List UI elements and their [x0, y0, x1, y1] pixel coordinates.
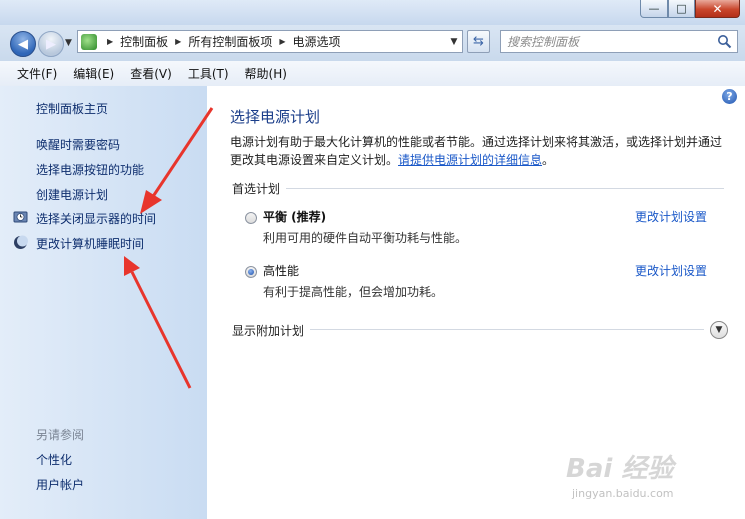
radio-high-performance[interactable] — [245, 266, 257, 278]
change-plan-settings-balanced[interactable]: 更改计划设置 — [635, 208, 707, 225]
sidebar-item-power-buttons[interactable]: 选择电源按钮的功能 — [36, 161, 144, 178]
expand-additional-button[interactable]: ▼ — [710, 321, 728, 339]
sidebar-control-panel-home[interactable]: 控制面板主页 — [36, 100, 108, 117]
baidu-watermark: Bai 经验 jingyan.baidu.com — [566, 440, 736, 510]
change-plan-settings-high-performance[interactable]: 更改计划设置 — [635, 262, 707, 279]
breadcrumb-all-items[interactable]: 所有控制面板项 — [188, 33, 272, 50]
control-panel-icon — [81, 33, 97, 50]
plan-name-balanced[interactable]: 平衡 (推荐) — [263, 208, 326, 225]
page-title: 选择电源计划 — [230, 108, 321, 126]
watermark-logo-text: Bai 经验 — [566, 454, 674, 484]
plan-name-high-performance[interactable]: 高性能 — [263, 262, 299, 279]
description-end: 。 — [542, 153, 555, 167]
sidebar-item-personalization[interactable]: 个性化 — [36, 451, 72, 468]
watermark-url: jingyan.baidu.com — [572, 487, 674, 500]
preferred-divider — [232, 188, 724, 189]
clock-monitor-icon — [13, 211, 28, 223]
address-bar[interactable]: ▶ 控制面板 ▶ 所有控制面板项 ▶ 电源选项 ▼ — [77, 30, 463, 53]
refresh-icon: ⇆ — [473, 34, 484, 49]
plan-desc-balanced: 利用可用的硬件自动平衡功耗与性能。 — [263, 231, 468, 245]
breadcrumb-power-options[interactable]: 电源选项 — [293, 33, 341, 50]
plan-desc-high-performance: 有利于提高性能，但会增加功耗。 — [263, 285, 444, 299]
close-button[interactable]: ✕ — [695, 0, 740, 18]
forward-button[interactable]: ▶ — [38, 31, 64, 57]
minimize-button[interactable]: — — [640, 0, 668, 18]
recent-pages-dropdown[interactable]: ▼ — [65, 38, 72, 48]
window-controls: — □ ✕ — [640, 0, 740, 18]
sidebar-item-sleep-time[interactable]: 更改计算机睡眠时间 — [36, 235, 144, 252]
sidebar-item-create-plan[interactable]: 创建电源计划 — [36, 186, 108, 203]
chevron-right-icon[interactable]: ▶ — [107, 37, 113, 46]
chevron-right-icon[interactable]: ▶ — [279, 37, 285, 46]
search-icon[interactable] — [717, 34, 732, 49]
navigation-bar: ◀ ▶ ▼ ▶ 控制面板 ▶ 所有控制面板项 ▶ 电源选项 ▼ ⇆ — [0, 25, 745, 61]
page-description: 电源计划有助于最大化计算机的性能或者节能。通过选择计划来将其激活，或选择计划并通… — [230, 133, 730, 169]
chevron-down-icon: ▼ — [715, 325, 723, 335]
sidebar-item-display-off-time[interactable]: 选择关闭显示器的时间 — [36, 210, 156, 227]
menu-edit[interactable]: 编辑(E) — [65, 65, 122, 82]
search-input[interactable] — [507, 33, 707, 50]
preferred-plans-heading: 首选计划 — [232, 180, 287, 197]
sidebar-item-user-accounts[interactable]: 用户帐户 — [36, 476, 84, 493]
menu-bar: 文件(F) 编辑(E) 查看(V) 工具(T) 帮助(H) — [0, 61, 745, 87]
help-icon[interactable]: ? — [722, 89, 737, 104]
search-box[interactable] — [500, 30, 738, 53]
menu-view[interactable]: 查看(V) — [122, 65, 180, 82]
title-bar: — □ ✕ — [0, 0, 745, 25]
show-additional-plans[interactable]: 显示附加计划 — [232, 322, 311, 339]
back-button[interactable]: ◀ — [10, 31, 36, 57]
maximize-button[interactable]: □ — [668, 0, 695, 18]
plan-details-link[interactable]: 请提供电源计划的详细信息 — [398, 153, 542, 167]
menu-tools[interactable]: 工具(T) — [180, 65, 237, 82]
sidebar-item-wake-password[interactable]: 唤醒时需要密码 — [36, 136, 120, 153]
chevron-right-icon[interactable]: ▶ — [175, 37, 181, 46]
address-dropdown-icon[interactable]: ▼ — [446, 31, 462, 52]
refresh-button[interactable]: ⇆ — [467, 30, 490, 53]
radio-balanced[interactable] — [245, 212, 257, 224]
menu-file[interactable]: 文件(F) — [0, 65, 65, 82]
menu-help[interactable]: 帮助(H) — [237, 65, 295, 82]
sidebar: 控制面板主页 唤醒时需要密码 选择电源按钮的功能 创建电源计划 选择关闭显示器的… — [0, 86, 207, 519]
breadcrumb-control-panel[interactable]: 控制面板 — [120, 33, 168, 50]
moon-icon — [14, 235, 28, 249]
see-also-heading: 另请参阅 — [36, 428, 85, 442]
